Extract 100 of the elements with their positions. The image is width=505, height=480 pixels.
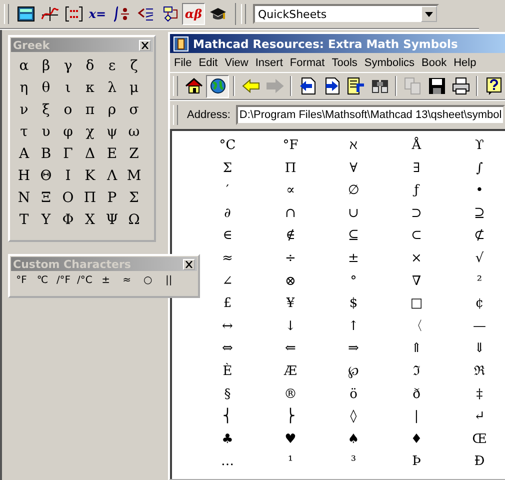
greek-symbol-button[interactable]: δ (79, 55, 101, 77)
greek-symbol-button[interactable]: Δ (79, 143, 101, 165)
custom-character-button[interactable]: ○ (138, 275, 158, 286)
greek-symbol-button[interactable]: Ε (101, 143, 123, 165)
menu-item[interactable]: Tools (328, 56, 360, 68)
greek-symbol-button[interactable]: ρ (101, 99, 123, 121)
symbol: ℑ (412, 362, 421, 381)
greek-symbol-button[interactable]: Λ (101, 165, 123, 187)
toolbar-button[interactable]: αβ (182, 3, 205, 25)
palette-title: Greek (13, 38, 50, 52)
symbol: ♥ (284, 430, 298, 449)
symbol: § (223, 386, 232, 404)
greek-symbol-button[interactable]: Ν (13, 187, 35, 209)
greek-symbol-button[interactable]: Σ (123, 187, 145, 209)
greek-symbol-button[interactable]: Η (13, 165, 35, 187)
greek-symbol-button[interactable]: Ω (123, 209, 145, 231)
greek-symbol-button[interactable]: η (13, 77, 35, 99)
custom-character-button[interactable]: || (159, 275, 178, 286)
greek-symbol-button[interactable]: ζ (123, 55, 145, 77)
greek-symbol-button[interactable]: Γ (57, 143, 79, 165)
greek-symbol-button[interactable]: χ (79, 121, 101, 143)
custom-character-button[interactable]: °F (12, 275, 31, 286)
custom-character-button[interactable]: /°C (75, 275, 94, 286)
toolbar-button[interactable]: x= (86, 3, 109, 25)
symbol: … (220, 453, 235, 472)
symbol: ö (348, 386, 358, 404)
greek-symbol-button[interactable]: θ (35, 77, 57, 99)
symbol: ⊄ (473, 227, 486, 246)
close-button[interactable] (139, 40, 151, 50)
greek-symbol-button[interactable]: Μ (123, 165, 145, 187)
menu-item[interactable]: File (171, 56, 195, 68)
custom-character-button[interactable]: ± (96, 275, 116, 286)
menu-item[interactable]: Symbolics (361, 56, 418, 68)
greek-symbol-button[interactable]: Β (35, 143, 57, 165)
symbol: ≈ (221, 250, 234, 268)
symbol: ⇐ (284, 340, 297, 358)
greek-symbol-button[interactable]: Θ (35, 165, 57, 187)
symbol: 〈 (409, 318, 424, 336)
greek-symbol-button[interactable]: Ο (57, 187, 79, 209)
greek-symbol-button[interactable]: υ (35, 121, 57, 143)
globe-toolbar-button[interactable] (206, 74, 229, 98)
menu-item[interactable]: Format (286, 56, 328, 68)
greek-symbol-button[interactable]: Χ (79, 209, 101, 231)
greek-symbol-button[interactable]: φ (57, 121, 79, 143)
custom-character-button[interactable]: /°F (54, 275, 73, 286)
symbol: ∉ (284, 227, 296, 246)
greek-symbol-button[interactable]: ν (13, 99, 35, 121)
symbol: ∈ (222, 227, 234, 246)
symbol: °C (218, 137, 237, 155)
quicksheets-dropdown[interactable]: QuickSheets (253, 4, 439, 24)
greek-symbol-button[interactable]: μ (123, 77, 145, 99)
greek-symbol-button[interactable]: Ι (57, 165, 79, 187)
menu-item[interactable]: Book (418, 56, 450, 68)
greek-symbol-button[interactable]: λ (101, 77, 123, 99)
greek-symbol-button[interactable]: ξ (35, 99, 57, 121)
symbol: ∩ (284, 204, 297, 223)
greek-symbol-button[interactable]: ω (123, 121, 145, 143)
greek-symbol-button[interactable]: ι (57, 77, 79, 99)
symbol: ↵ (473, 408, 486, 426)
symbol: ↔ (221, 318, 234, 336)
menu-item[interactable]: Edit (196, 56, 221, 68)
symbol: ∪ (347, 204, 360, 223)
greek-symbol-button[interactable]: Α (13, 143, 35, 165)
symbol: ⇑ (410, 340, 423, 358)
close-button[interactable] (183, 258, 195, 270)
greek-symbol-button[interactable]: γ (57, 55, 79, 77)
symbol: ⊗ (284, 272, 297, 291)
greek-symbol-button[interactable]: Ρ (101, 187, 123, 209)
greek-symbol-button[interactable]: α (13, 55, 35, 77)
menu-item[interactable]: View (222, 56, 252, 68)
book-icon (173, 36, 189, 52)
greek-symbol-button[interactable]: β (35, 55, 57, 77)
greek-symbol-button[interactable]: τ (13, 121, 35, 143)
greek-symbol-button[interactable]: Ζ (123, 143, 145, 165)
greek-symbol-button[interactable]: ο (57, 99, 79, 121)
greek-symbol-button[interactable]: Ψ (101, 209, 123, 231)
symbol: ℜ (473, 362, 486, 381)
greek-symbol-button[interactable]: Π (79, 187, 101, 209)
symbol: Π (284, 160, 298, 178)
greek-symbol-button[interactable]: ψ (101, 121, 123, 143)
greek-symbol-button[interactable]: π (79, 99, 101, 121)
symbol: ⊂ (410, 227, 423, 246)
custom-character-button[interactable]: ≈ (117, 275, 136, 286)
greek-symbol-button[interactable]: Τ (13, 209, 35, 231)
greek-symbol-button[interactable]: Ξ (35, 187, 57, 209)
address-field[interactable]: D:\Program Files\Mathsoft\Mathcad 13\qsheet\symbol (236, 105, 505, 125)
symbol: ♣ (220, 430, 234, 449)
custom-character-button[interactable]: ℃ (33, 275, 52, 286)
greek-symbol-button[interactable]: Φ (57, 209, 79, 231)
greek-symbol-button[interactable]: ε (101, 55, 123, 77)
symbol: | (413, 408, 420, 426)
greek-symbol-button[interactable]: Κ (79, 165, 101, 187)
symbol: Å (410, 136, 422, 155)
greek-symbol-button[interactable]: κ (79, 77, 101, 99)
menu-item[interactable]: Insert (252, 56, 286, 68)
greek-symbol-button[interactable]: Υ (35, 209, 57, 231)
symbol: × (410, 250, 423, 268)
menu-item[interactable]: Help (450, 56, 480, 68)
greek-symbol-button[interactable]: σ (123, 99, 145, 121)
symbol: • (474, 182, 484, 200)
